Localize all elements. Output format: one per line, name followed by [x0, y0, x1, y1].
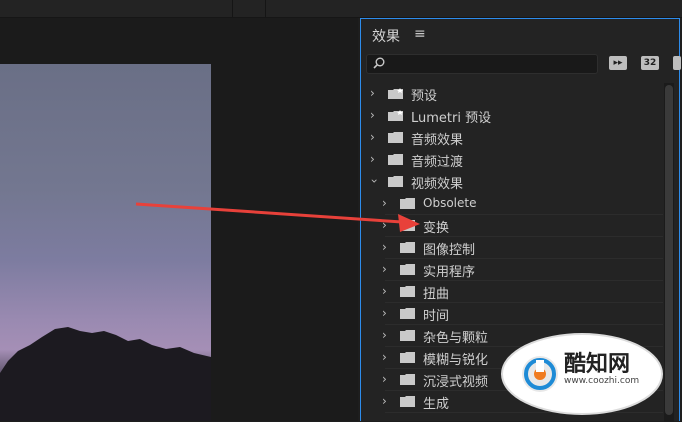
tree-item-label: Obsolete [423, 196, 477, 210]
watermark: 酷知网 www.coozhi.com [500, 330, 665, 418]
tree-item-distort[interactable]: › 扭曲 [361, 281, 663, 303]
folder-icon [388, 154, 403, 165]
32-bit-effects-icon[interactable]: 32 [641, 56, 661, 72]
folder-icon [400, 352, 415, 363]
search-icon [373, 57, 385, 69]
tree-item-label: 沉浸式视频 [423, 375, 489, 390]
program-monitor [0, 18, 358, 421]
preset-folder-icon [388, 110, 403, 121]
tree-item-label: 生成 [423, 397, 450, 412]
tree-item-audio-effects[interactable]: › 音频效果 [361, 127, 663, 149]
chevron-right-icon[interactable]: › [370, 86, 375, 100]
chevron-right-icon[interactable]: › [370, 108, 375, 122]
tree-item-label: 视频效果 [411, 177, 464, 192]
tree-item-transform[interactable]: › 变换 [361, 215, 663, 237]
chevron-down-icon[interactable]: › [367, 179, 381, 184]
chevron-right-icon[interactable]: › [382, 306, 387, 320]
folder-icon [388, 176, 403, 187]
tree-item-obsolete[interactable]: › Obsolete [361, 193, 663, 215]
chevron-right-icon[interactable]: › [382, 394, 387, 408]
tree-item-label: 模糊与锐化 [423, 353, 489, 368]
folder-icon [400, 330, 415, 341]
folder-icon [400, 220, 415, 231]
mountain-silhouette [0, 327, 211, 421]
yuv-effects-icon[interactable] [673, 56, 682, 72]
scrollbar[interactable] [664, 83, 674, 422]
tree-item-label: 图像控制 [423, 243, 476, 258]
tree-item-label: 扭曲 [423, 287, 450, 302]
tree-item-video-effects[interactable]: › 视频效果 [361, 171, 663, 193]
search-input[interactable] [366, 54, 598, 74]
tree-item-audio-transitions[interactable]: › 音频过渡 [361, 149, 663, 171]
tree-item-presets[interactable]: › 预设 [361, 83, 663, 105]
chevron-right-icon[interactable]: › [382, 372, 387, 386]
folder-icon [400, 242, 415, 253]
chevron-right-icon[interactable]: › [382, 196, 387, 210]
folder-icon [400, 396, 415, 407]
tree-item-label: 预设 [411, 89, 438, 104]
video-frame [0, 64, 211, 421]
tree-item-label: Lumetri 预设 [411, 111, 492, 126]
folder-icon [400, 374, 415, 385]
tree-item-label: 音频过渡 [411, 155, 464, 170]
scrollbar-thumb[interactable] [665, 85, 673, 415]
chevron-right-icon[interactable]: › [382, 350, 387, 364]
chevron-right-icon[interactable]: › [382, 262, 387, 276]
panel-divider [265, 0, 266, 17]
chevron-right-icon[interactable]: › [370, 130, 375, 144]
accelerated-effects-icon[interactable]: ▸▸ [609, 56, 629, 72]
hamburger-menu-icon[interactable]: ≡ [414, 26, 426, 42]
tree-item-label: 音频效果 [411, 133, 464, 148]
tree-item-label: 时间 [423, 309, 450, 324]
folder-icon [400, 308, 415, 319]
folder-icon [400, 264, 415, 275]
preset-folder-icon [388, 88, 403, 99]
chevron-right-icon[interactable]: › [370, 152, 375, 166]
watermark-url: www.coozhi.com [564, 376, 640, 386]
tree-item-label: 杂色与颗粒 [423, 331, 489, 346]
tree-item-label: 变换 [423, 221, 450, 236]
tree-item-utility[interactable]: › 实用程序 [361, 259, 663, 281]
folder-icon [400, 198, 415, 209]
tree-item-image-control[interactable]: › 图像控制 [361, 237, 663, 259]
tree-item-time[interactable]: › 时间 [361, 303, 663, 325]
panel-header: 效果 ≡ [361, 19, 679, 51]
top-panel-tabs [0, 0, 682, 18]
chevron-right-icon[interactable]: › [382, 218, 387, 232]
folder-icon [388, 132, 403, 143]
tree-item-label: 实用程序 [423, 265, 476, 280]
watermark-brand: 酷知网 [564, 352, 631, 377]
panel-divider [232, 0, 233, 17]
chevron-right-icon[interactable]: › [382, 328, 387, 342]
panel-title[interactable]: 效果 [372, 26, 400, 46]
chevron-right-icon[interactable]: › [382, 284, 387, 298]
folder-icon [400, 286, 415, 297]
tree-item-lumetri-presets[interactable]: › Lumetri 预设 [361, 105, 663, 127]
chevron-right-icon[interactable]: › [382, 240, 387, 254]
